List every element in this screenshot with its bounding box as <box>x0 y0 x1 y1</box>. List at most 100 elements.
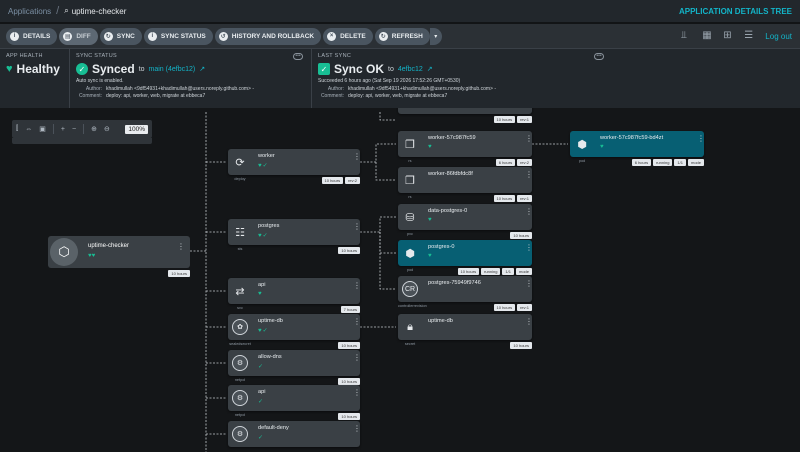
sync-button[interactable]: ↻ SYNC <box>99 27 142 45</box>
breadcrumb-current: ⌕ uptime-checker <box>64 6 126 16</box>
auto-sync-note: Auto sync is enabled. <box>76 78 124 84</box>
kebab-menu-icon[interactable]: ⋮ <box>353 153 361 161</box>
app-health-panel: APP HEALTH ♥ Healthy <box>0 49 70 109</box>
external-link-icon[interactable]: ↗ <box>427 65 433 73</box>
kebab-menu-icon[interactable]: ⋮ <box>525 244 533 252</box>
grid-view-icon[interactable]: ▦ <box>702 31 713 41</box>
more-icon[interactable]: ••• <box>594 53 604 60</box>
kebab-menu-icon[interactable]: ⋮ <box>353 318 361 326</box>
check-circle-icon: ✓ <box>76 63 88 75</box>
fit-icon[interactable]: ⫿ <box>16 125 18 133</box>
last-sync-author: Author: khadimullah <9df54931+khadimullah… <box>318 86 606 94</box>
app-node-name: uptime-checker <box>88 243 130 249</box>
sync-status-value: ✓ Synced to main (4efbc12) ↗ <box>76 62 305 76</box>
last-sync-revision-link[interactable]: 4efbc12 <box>398 66 423 73</box>
last-sync-text: Sync OK <box>334 62 385 76</box>
resource-tree-canvas[interactable]: ⫿ ⇔ ▣ + − ⊕ ⊖ 100% ⬡ uptime-checker ♥♥ ⋮… <box>0 108 800 452</box>
node-replicaset-86fdbfdc8f[interactable]: ❐ worker-86fdbfdc8f ⋮ rs 10 hours rev:1 <box>398 167 533 202</box>
kebab-menu-icon[interactable]: ⋮ <box>353 282 361 290</box>
zoom-out-icon[interactable]: ⊖ <box>104 125 110 133</box>
node-worker[interactable]: ⟳ worker ♥✓ ⋮ deploy 10 hours rev:2 <box>228 149 361 184</box>
zoom-in-icon[interactable]: ⊕ <box>91 125 97 133</box>
sync-status-button[interactable]: i SYNC STATUS <box>143 27 213 45</box>
chevron-down-icon: ▾ <box>434 33 438 40</box>
age-tag: 10 hours <box>493 116 516 123</box>
kebab-menu-icon[interactable]: ⋮ <box>353 425 361 433</box>
stack-icon: ❐ <box>405 174 415 187</box>
kebab-menu-icon[interactable]: ⋮ <box>525 280 533 288</box>
kebab-menu-icon[interactable]: ⋮ <box>525 135 533 143</box>
sync-label: SYNC <box>116 32 135 40</box>
refresh-dropdown[interactable]: ▾ <box>429 27 442 45</box>
node-kind: rs <box>408 195 412 199</box>
action-toolbar: i DETAILS ▤ DIFF ↻ SYNC i SYNC STATUS ↺ HISTO… <box>0 24 800 48</box>
app-health-label: APP HEALTH <box>6 53 43 59</box>
refresh-button[interactable]: ↻ REFRESH <box>374 27 430 45</box>
node-kind: netpol <box>234 378 246 382</box>
node-name: worker-57c987fc59-bd4zt <box>600 135 664 141</box>
node-pvc-data-postgres-0[interactable]: ⛁ data-postgres-0 ♥ ⋮ pvc 10 hours <box>398 204 533 239</box>
kebab-menu-icon[interactable]: ⋮ <box>353 223 361 231</box>
node-name: api <box>258 389 266 395</box>
breadcrumb-applications[interactable]: Applications <box>8 7 51 16</box>
diff-button[interactable]: ▤ DIFF <box>59 27 98 45</box>
kebab-menu-icon[interactable]: ⋮ <box>697 135 705 143</box>
external-link-icon[interactable]: ↗ <box>199 65 205 73</box>
node-kind: deploy <box>234 177 246 181</box>
node-tags: 10 hours rev:1 <box>493 116 532 123</box>
plus-icon[interactable]: + <box>61 126 65 133</box>
node-controllerrevision[interactable]: CR postgres-75949f9746 ⋮ controllerrevis… <box>398 276 533 311</box>
image-icon[interactable]: ▣ <box>39 125 46 133</box>
node-api-netpol[interactable]: ⚙ api ✓ ⋮ netpol 10 hours <box>228 385 361 420</box>
kebab-menu-icon[interactable]: ⋮ <box>525 171 533 179</box>
node-replicaset-top[interactable]: 10 hours rev:1 <box>398 108 532 123</box>
status-tag: running <box>653 159 673 166</box>
rev-tag: rev:1 <box>517 304 532 311</box>
node-kind: controllerrevision <box>398 304 427 308</box>
details-button[interactable]: i DETAILS <box>6 27 58 45</box>
history-rollback-button[interactable]: ↺ HISTORY AND ROLLBACK <box>214 27 322 45</box>
status-tag: running <box>481 268 501 275</box>
last-sync-comment: Comment: deploy: api, worker, web, migrat… <box>318 93 606 101</box>
sealedsecret-icon: ✿ <box>228 314 252 340</box>
more-icon[interactable]: ••• <box>293 53 303 60</box>
list-view-icon[interactable]: ☰ <box>744 31 755 41</box>
author-value: khadimullah <9df54931+khadimullah@users.… <box>348 85 496 92</box>
last-sync-panel[interactable]: LAST SYNC ✓ Sync OK to 4efbc12 ↗ Succeed… <box>312 49 612 109</box>
node-api-svc[interactable]: ⇄ api ♥ ⋮ svc 7 hours <box>228 278 361 313</box>
author-key: Author: <box>327 85 344 92</box>
rev-tag: rev:1 <box>517 116 532 123</box>
cube-icon: ⬡ <box>50 238 78 266</box>
app-node[interactable]: ⬡ uptime-checker ♥♥ ⋮ 10 hours <box>48 236 190 277</box>
sync-revision-link[interactable]: main (4efbc12) <box>149 66 196 73</box>
node-kind: pod <box>578 159 586 163</box>
network-view-icon[interactable]: ⊞ <box>723 31 734 41</box>
kebab-menu-icon[interactable]: ⋮ <box>525 208 533 216</box>
node-uptime-db-sealedsecret[interactable]: ✿ uptime-db ♥✓ ⋮ sealedsecret 10 hours <box>228 314 361 349</box>
rev-tag: rev:2 <box>345 177 360 184</box>
age-tag: 10 hours <box>457 268 480 275</box>
kebab-menu-icon[interactable]: ⋮ <box>353 389 361 397</box>
node-postgres[interactable]: ☷ postgres ♥✓ ⋮ sts 10 hours <box>228 219 361 254</box>
heart-icon: ♥ <box>428 144 433 150</box>
node-tags: 10 hours rev:2 <box>321 177 360 184</box>
node-replicaset-57c987fc59[interactable]: ❐ worker-57c987fc59 ♥ ⋮ rs 6 hours rev:2 <box>398 131 533 166</box>
node-allow-dns[interactable]: ⚙ allow-dns ✓ ⋮ netpol 10 hours <box>228 350 361 385</box>
node-pod-postgres-0[interactable]: ⬢ postgres-0 ♥ ⋮ pod 10 hours running 1/… <box>398 240 533 275</box>
node-kind: secret <box>404 342 416 346</box>
minus-icon[interactable]: − <box>72 126 76 133</box>
sync-status-panel[interactable]: SYNC STATUS ✓ Synced to main (4efbc12) ↗… <box>70 49 312 109</box>
delete-button[interactable]: × DELETE <box>323 27 373 45</box>
node-pod-worker[interactable]: ⬢ worker-57c987fc59-bd4zt ♥ ⋮ pod 6 hour… <box>570 131 705 166</box>
node-name: data-postgres-0 <box>428 208 468 214</box>
kebab-menu-icon[interactable]: ⋮ <box>525 318 533 326</box>
node-secret-uptime-db[interactable]: 🔒︎ uptime-db ⋮ secret 10 hours <box>398 314 533 349</box>
node-kind: pod <box>406 268 414 272</box>
logout-link[interactable]: Log out <box>765 32 792 41</box>
kebab-menu-icon[interactable]: ⋮ <box>353 354 361 362</box>
kebab-menu-icon[interactable]: ⋮ <box>177 243 185 251</box>
tree-view-icon[interactable]: ⫫ <box>681 31 692 41</box>
check-icon: ✓ <box>258 435 265 441</box>
expand-icon[interactable]: ⇔ <box>25 126 32 133</box>
node-default-deny[interactable]: ⚙ default-deny ✓ ⋮ <box>228 421 361 447</box>
